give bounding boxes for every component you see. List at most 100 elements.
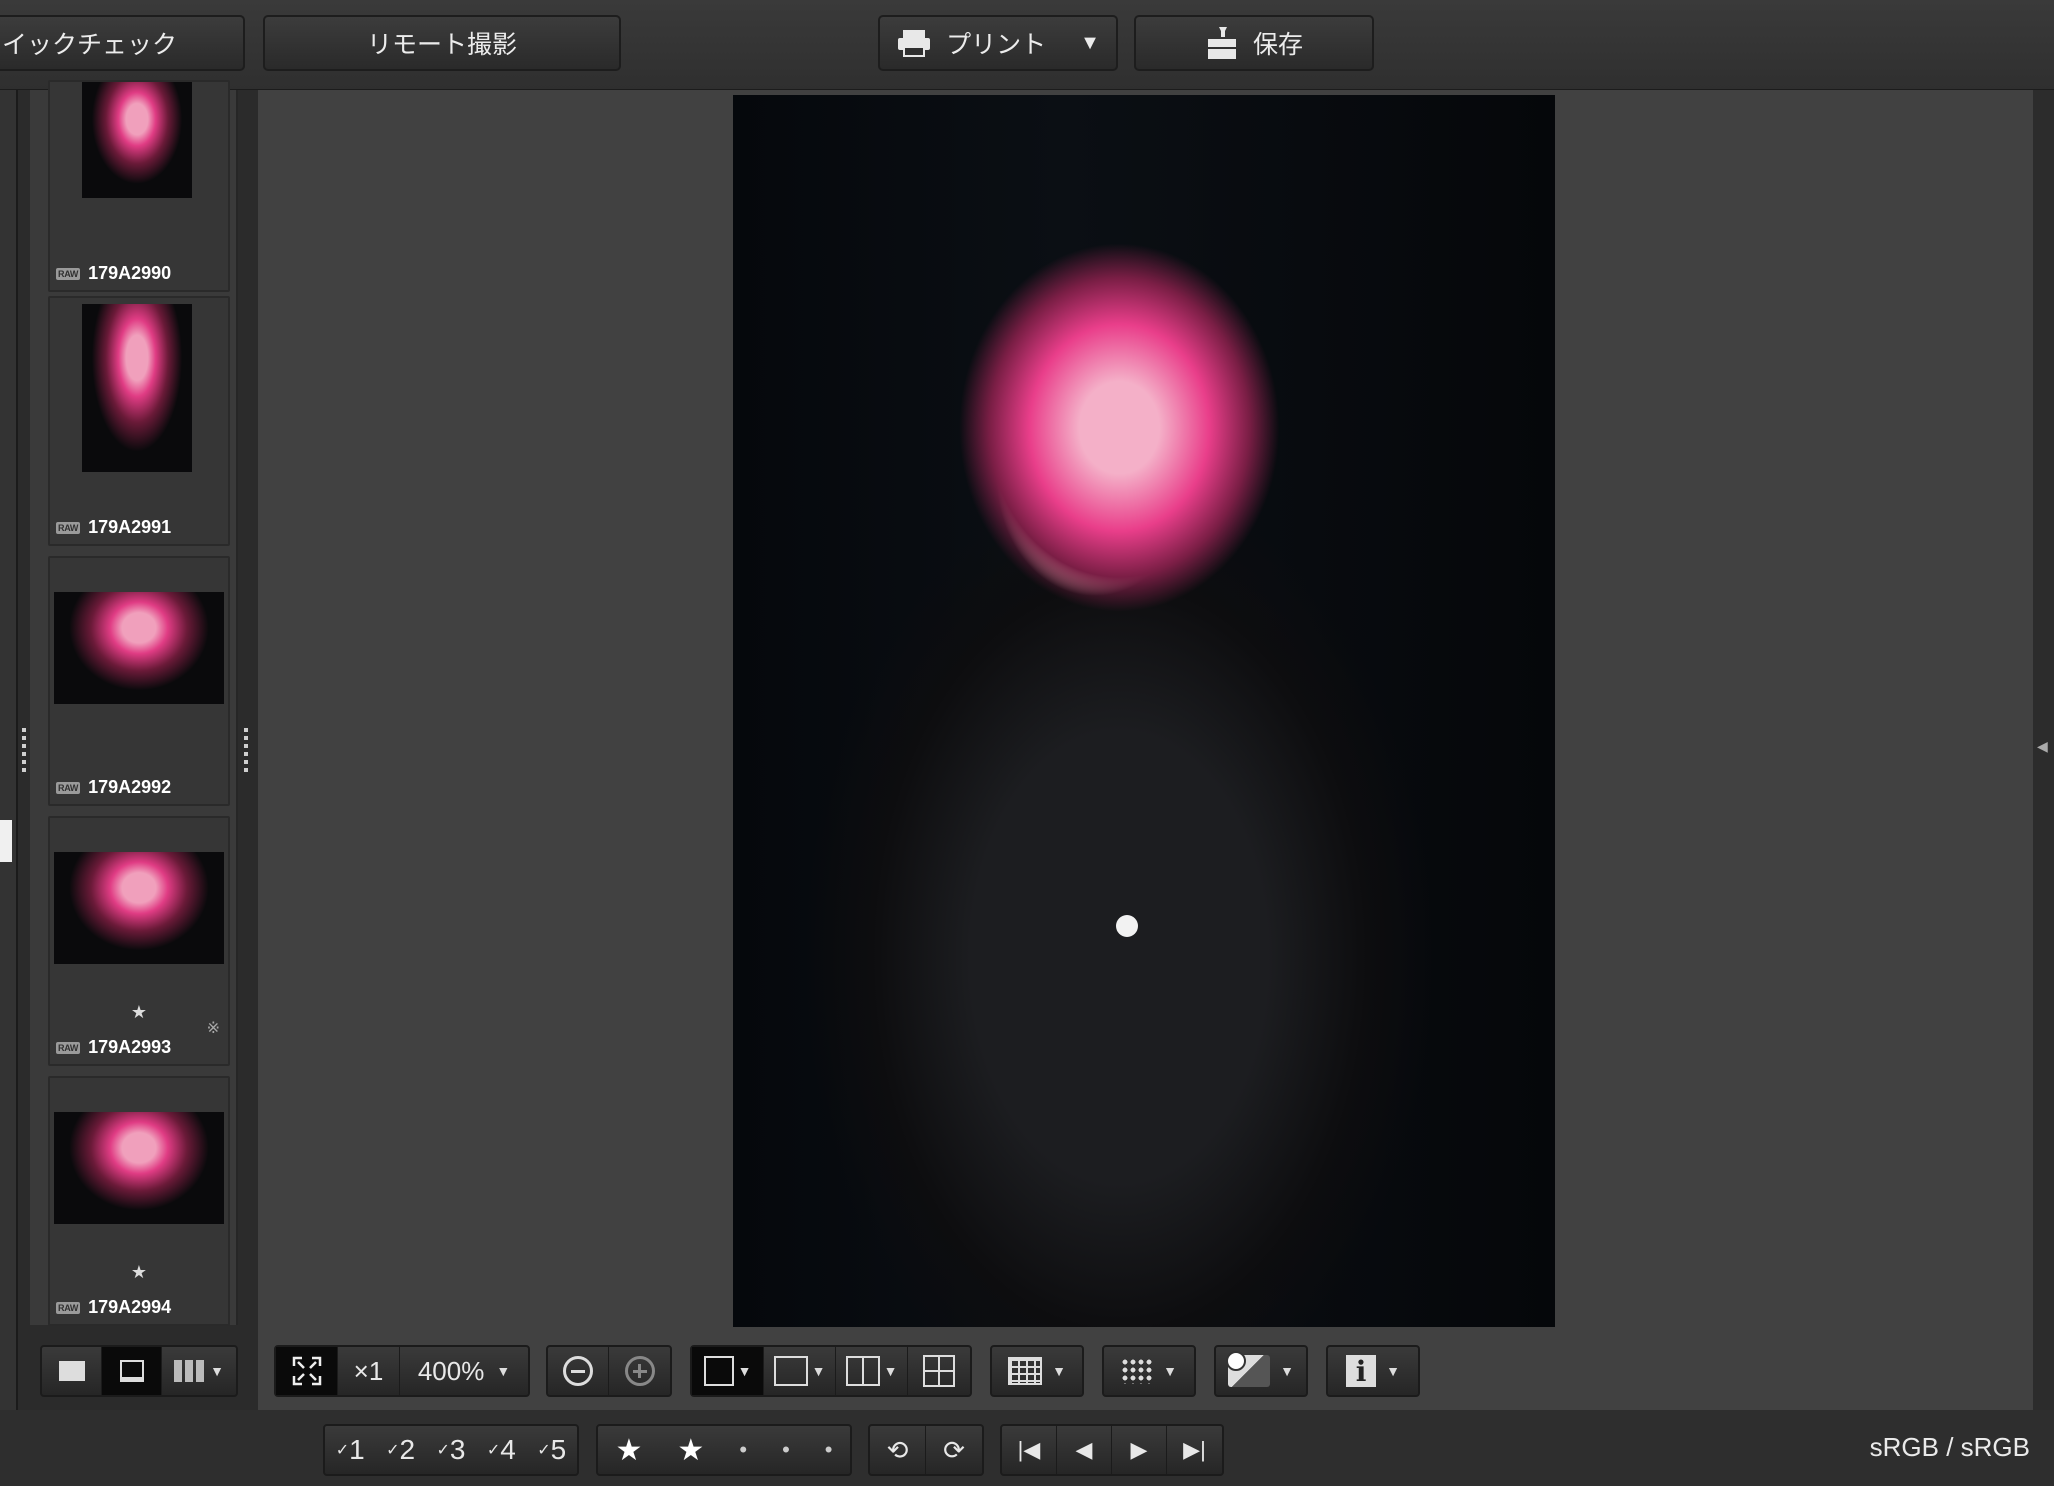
- highlight-warning-icon: [1226, 1351, 1271, 1387]
- check-mark-2-button[interactable]: ✓ 2: [386, 1426, 415, 1474]
- previous-image-button[interactable]: ◀: [1057, 1426, 1112, 1474]
- info-icon: i: [1346, 1355, 1377, 1388]
- grid-overlay-icon: [1008, 1357, 1043, 1385]
- actual-size-button[interactable]: ×1: [338, 1347, 400, 1395]
- first-image-icon: |◀: [1017, 1437, 1041, 1462]
- print-label: プリント: [946, 31, 1047, 59]
- left-panel-edge: [0, 90, 18, 1410]
- last-image-button[interactable]: ▶|: [1167, 1426, 1222, 1474]
- zoom-value: 400%: [417, 1355, 485, 1386]
- rotate-right-icon: ⟳: [943, 1434, 965, 1465]
- thumbnail-caption: RAW 179A2991: [56, 517, 172, 537]
- save-icon: [1207, 27, 1236, 59]
- quick-check-button[interactable]: イックチェック: [0, 15, 245, 71]
- zoom-in-icon: [624, 1356, 655, 1386]
- thumbnail-image: [82, 82, 192, 198]
- chevron-down-icon: ▼: [1386, 1363, 1400, 1379]
- chevron-down-icon: ▼: [1280, 1363, 1294, 1379]
- color-space-label: sRGB / sRGB: [1869, 1432, 2030, 1462]
- rating-4-button[interactable]: •: [782, 1426, 790, 1474]
- rotate-left-button[interactable]: ⟲: [870, 1426, 927, 1474]
- right-panel-edge: ◀: [2033, 90, 2054, 1410]
- arrow-right-icon: ▶: [1130, 1437, 1148, 1462]
- remote-shooting-button[interactable]: リモート撮影: [263, 15, 621, 71]
- last-image-icon: ▶|: [1183, 1437, 1206, 1462]
- panel-scroll-thumb[interactable]: [0, 820, 12, 862]
- highlight-warning-button[interactable]: ▼: [1214, 1345, 1308, 1397]
- zoom-step-controls: [546, 1345, 672, 1397]
- compare-layout-button[interactable]: ▼: [764, 1347, 836, 1395]
- info-button[interactable]: i ▼: [1326, 1345, 1420, 1397]
- rotate-left-icon: ⟲: [886, 1434, 909, 1465]
- thumbnail-image: [82, 304, 192, 472]
- zoom-select[interactable]: 400% ▼: [400, 1347, 528, 1395]
- thumbnail-image: [54, 592, 224, 704]
- bottom-bar: ✓ 1 ✓ 2 ✓ 3 ✓ 4 ✓ 5 ★ ★ • • • ⟲ ⟳ |◀ ◀ ▶ ▶| s…: [0, 1410, 2054, 1486]
- check-mark-4-button[interactable]: ✓ 4: [487, 1426, 516, 1474]
- rotate-right-button[interactable]: ⟳: [926, 1426, 982, 1474]
- check-mark-3-button[interactable]: ✓ 3: [436, 1426, 465, 1474]
- thumbnail-caption: RAW 179A2994: [56, 1297, 172, 1317]
- view-grid-button[interactable]: ▼: [162, 1347, 236, 1395]
- thumbnail-caption: RAW 179A2992: [56, 777, 172, 797]
- zoom-in-button[interactable]: [609, 1347, 670, 1395]
- multi-layout-button[interactable]: [908, 1347, 970, 1395]
- rating-2-button[interactable]: ★: [677, 1426, 704, 1474]
- left-panel-resize-handle[interactable]: [20, 728, 28, 772]
- chevron-down-icon: ▼: [737, 1363, 752, 1379]
- printer-icon: [898, 30, 931, 57]
- thumbnail-179A2990[interactable]: RAW 179A2990: [48, 80, 230, 292]
- thumbnail-179A2991[interactable]: RAW 179A2991: [48, 296, 230, 546]
- zoom-out-button[interactable]: [548, 1347, 610, 1395]
- rating-1-button[interactable]: ★: [616, 1426, 643, 1474]
- filmstrip-resize-handle[interactable]: [242, 728, 250, 772]
- first-image-button[interactable]: |◀: [1002, 1426, 1057, 1474]
- view-single-button[interactable]: [42, 1347, 102, 1395]
- zoom-controls: ×1 400% ▼: [274, 1345, 530, 1397]
- save-label: 保存: [1252, 31, 1303, 59]
- main-image[interactable]: [733, 95, 1555, 1327]
- edited-mark-icon: ※: [206, 1020, 220, 1037]
- actual-size-label: ×1: [353, 1355, 384, 1386]
- rating-group: ★ ★ • • •: [596, 1424, 852, 1476]
- thumbnail-image: [54, 852, 224, 964]
- chevron-down-icon: ▼: [496, 1363, 511, 1379]
- filmstrip-view-mode-group: ▼: [40, 1345, 238, 1397]
- thumbnail-179A2992[interactable]: RAW 179A2992: [48, 556, 230, 806]
- expand-panel-icon[interactable]: ◀: [2037, 738, 2048, 755]
- view-filmstrip-button[interactable]: [102, 1347, 162, 1395]
- filmstrip-panel: RAW 179A2990 RAW 179A2991 RAW 179A2992 ★ ※ …: [30, 80, 238, 1326]
- check-mark-5-button[interactable]: ✓ 5: [537, 1426, 566, 1474]
- check-mark-1-button[interactable]: ✓ 1: [336, 1426, 365, 1474]
- zoom-out-icon: [563, 1356, 593, 1386]
- rating-5-button[interactable]: •: [825, 1426, 833, 1474]
- print-button[interactable]: プリント ▼: [878, 15, 1118, 71]
- rating-3-button[interactable]: •: [739, 1426, 747, 1474]
- af-points-button[interactable]: ▼: [1102, 1345, 1196, 1397]
- chevron-down-icon: ▼: [210, 1363, 224, 1379]
- grid-overlay-button[interactable]: ▼: [990, 1345, 1084, 1397]
- filmstrip-view-icon: [119, 1360, 144, 1382]
- af-points-icon: [1121, 1358, 1154, 1384]
- side-by-side-icon: [845, 1356, 880, 1386]
- thumbnail-image: [54, 1112, 224, 1224]
- next-image-button[interactable]: ▶: [1112, 1426, 1167, 1474]
- thumbnail-179A2994[interactable]: ★ RAW 179A2994: [48, 1076, 230, 1326]
- side-by-side-layout-button[interactable]: ▼: [836, 1347, 908, 1395]
- single-layout-icon: [703, 1356, 734, 1386]
- navigation-group: |◀ ◀ ▶ ▶|: [1000, 1424, 1224, 1476]
- check-mark-group: ✓ 1 ✓ 2 ✓ 3 ✓ 4 ✓ 5: [323, 1424, 579, 1476]
- save-button[interactable]: 保存: [1134, 15, 1374, 71]
- fit-screen-icon: [292, 1356, 321, 1386]
- print-dropdown-icon[interactable]: ▼: [1080, 32, 1100, 55]
- remote-shooting-label: リモート撮影: [366, 31, 517, 59]
- top-toolbar: イックチェック リモート撮影 プリント ▼ 保存: [0, 0, 2054, 90]
- chevron-down-icon: ▼: [883, 1363, 898, 1379]
- thumbnail-179A2993[interactable]: ★ ※ RAW 179A2993: [48, 816, 230, 1066]
- rating-star: ★: [130, 1262, 148, 1282]
- layout-mode-controls: ▼ ▼ ▼: [690, 1345, 972, 1397]
- single-layout-button[interactable]: ▼: [692, 1347, 764, 1395]
- fit-screen-button[interactable]: [276, 1347, 338, 1395]
- chevron-down-icon: ▼: [811, 1363, 826, 1379]
- single-view-icon: [58, 1361, 85, 1381]
